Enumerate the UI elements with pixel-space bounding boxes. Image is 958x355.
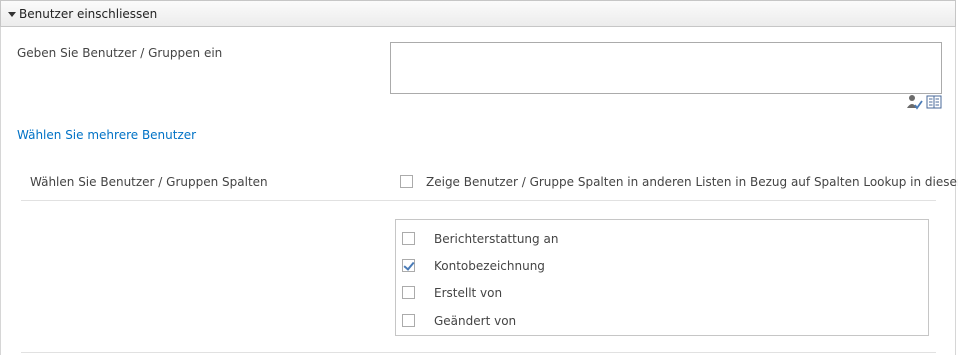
- column-checkbox[interactable]: [402, 286, 415, 299]
- select-multiple-users-link[interactable]: Wählen Sie mehrere Benutzer: [17, 128, 196, 142]
- section-title: Benutzer einschliessen: [19, 7, 158, 21]
- divider: [21, 200, 936, 201]
- browse-directory-icon[interactable]: [926, 94, 942, 110]
- column-label: Berichterstattung an: [434, 232, 559, 246]
- column-label: Geändert von: [434, 314, 517, 328]
- section-header[interactable]: Benutzer einschliessen: [0, 0, 956, 27]
- column-label: Kontobezeichnung: [434, 259, 545, 273]
- lookup-columns-checkbox[interactable]: [400, 175, 413, 188]
- users-field-label: Geben Sie Benutzer / Gruppen ein: [17, 46, 223, 60]
- column-label: Erstellt von: [434, 286, 503, 300]
- lookup-columns-label: Zeige Benutzer / Gruppe Spalten in ander…: [426, 175, 958, 189]
- column-checkbox[interactable]: [402, 314, 415, 327]
- user-columns-list: Berichterstattung an Kontobezeichnung Er…: [395, 219, 929, 336]
- people-picker-input[interactable]: [390, 42, 942, 94]
- collapse-arrow-icon[interactable]: [8, 12, 16, 17]
- column-checkbox[interactable]: [402, 259, 415, 272]
- column-checkbox[interactable]: [402, 232, 415, 245]
- divider: [21, 352, 936, 353]
- check-names-icon[interactable]: [907, 94, 923, 110]
- user-columns-label: Wählen Sie Benutzer / Gruppen Spalten: [30, 175, 268, 189]
